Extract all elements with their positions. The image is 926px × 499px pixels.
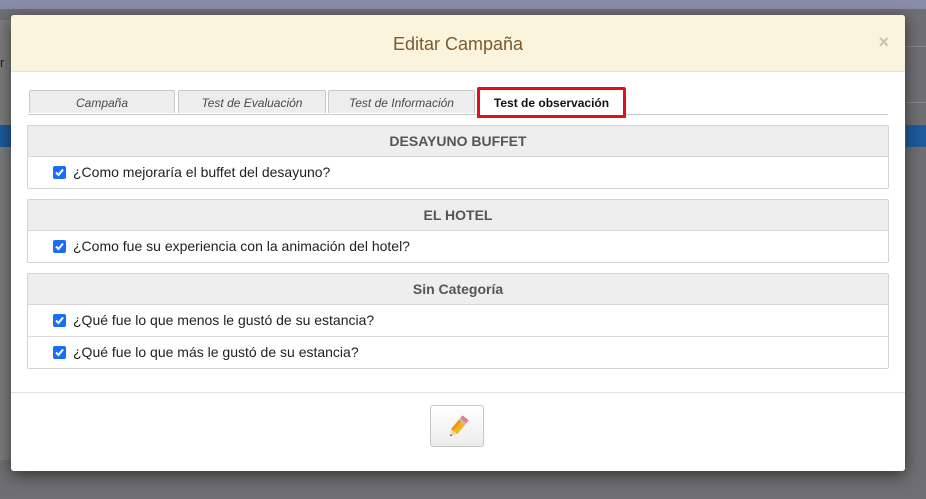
checkmark-icon: [55, 168, 64, 177]
section-el-hotel: EL HOTEL ¿Como fue su experiencia con la…: [27, 199, 889, 263]
question-label: ¿Como mejoraría el buffet del desayuno?: [73, 164, 331, 180]
tab-test-informacion[interactable]: Test de Información: [328, 90, 475, 113]
question-checkbox[interactable]: [53, 314, 66, 327]
question-checkbox[interactable]: [53, 240, 66, 253]
background-blue-bar-right: [906, 125, 926, 147]
question-checkbox[interactable]: [53, 166, 66, 179]
background-divider: [906, 46, 926, 47]
tab-test-observacion[interactable]: Test de observación: [477, 87, 626, 118]
section-title: EL HOTEL: [28, 200, 888, 231]
tab-test-evaluacion[interactable]: Test de Evaluación: [178, 90, 326, 113]
question-checkbox[interactable]: [53, 346, 66, 359]
modal-title: Editar Campaña: [392, 34, 524, 54]
checkmark-icon: [55, 242, 64, 251]
question-label: ¿Qué fue lo que menos le gustó de su est…: [73, 312, 375, 328]
question-label: ¿Como fue su experiencia con la animació…: [73, 238, 410, 254]
modal-footer: [11, 392, 905, 471]
background-top-strip: [0, 0, 926, 9]
question-row: ¿Qué fue lo que más le gustó de su estan…: [28, 337, 888, 368]
edit-button[interactable]: [430, 405, 484, 447]
question-row: ¿Qué fue lo que menos le gustó de su est…: [28, 305, 888, 337]
question-label: ¿Qué fue lo que más le gustó de su estan…: [73, 344, 359, 360]
edit-campaign-modal: Editar Campaña × Campaña Test de Evaluac…: [11, 15, 905, 471]
section-sin-categoria: Sin Categoría ¿Qué fue lo que menos le g…: [27, 273, 889, 369]
pencil-icon: [450, 415, 469, 437]
modal-header: Editar Campaña ×: [11, 15, 905, 72]
checkmark-icon: [55, 316, 64, 325]
section-title: Sin Categoría: [28, 274, 888, 305]
close-button[interactable]: ×: [878, 32, 889, 53]
checkmark-icon: [55, 348, 64, 357]
tab-bar: Campaña Test de Evaluación Test de Infor…: [28, 87, 888, 118]
background-text-fragment: r: [0, 55, 5, 70]
question-row: ¿Como fue su experiencia con la animació…: [28, 231, 888, 262]
background-divider: [906, 102, 926, 103]
tab-campana[interactable]: Campaña: [29, 90, 175, 113]
section-desayuno-buffet: DESAYUNO BUFFET ¿Como mejoraría el buffe…: [27, 125, 889, 189]
question-row: ¿Como mejoraría el buffet del desayuno?: [28, 157, 888, 188]
section-title: DESAYUNO BUFFET: [28, 126, 888, 157]
